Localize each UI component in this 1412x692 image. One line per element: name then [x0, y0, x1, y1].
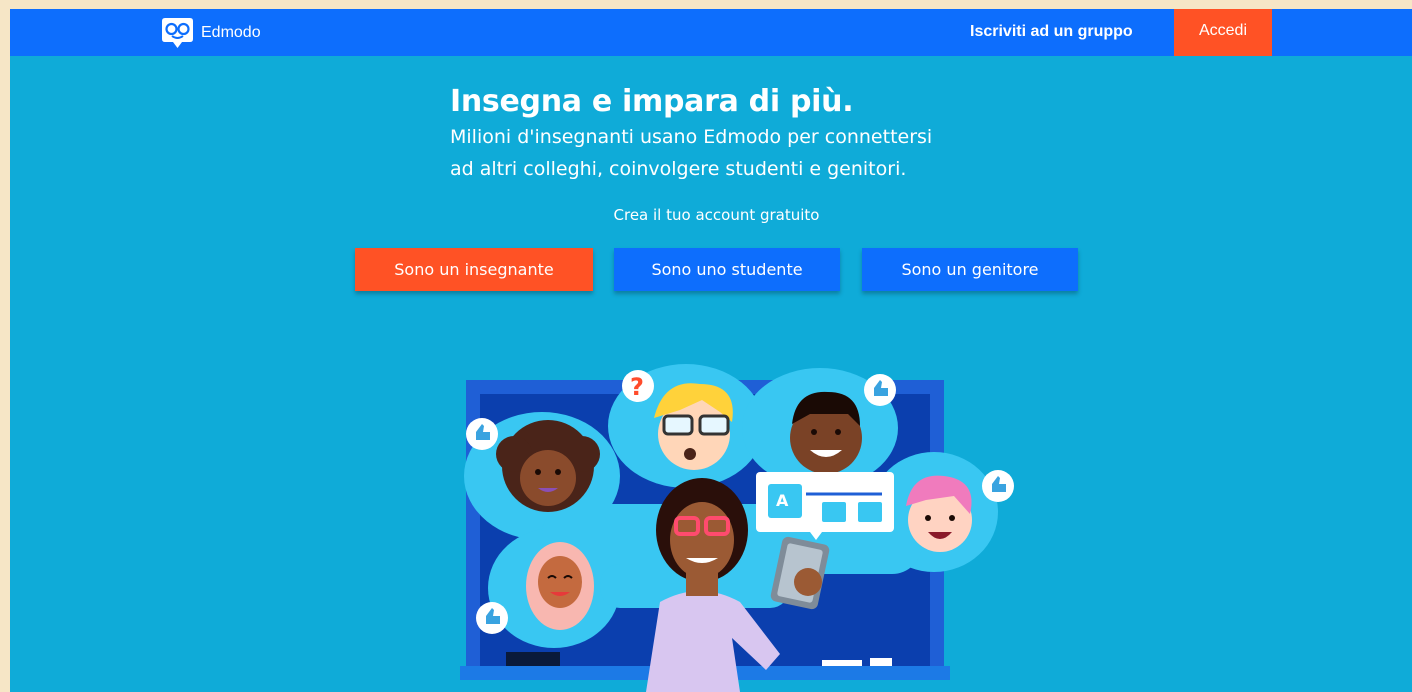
question-mark-icon: ?	[622, 370, 654, 402]
brand-name: Edmodo	[201, 24, 261, 41]
hero-subtitle: Milioni d'insegnanti usano Edmodo per co…	[450, 121, 970, 185]
hero-title: Insegna e impara di più.	[450, 84, 854, 119]
join-group-link[interactable]: Iscriviti ad un gruppo	[970, 21, 1133, 43]
board-letter: A	[776, 491, 789, 510]
thumbs-up-icon	[864, 374, 896, 406]
chart-speech-bubble: A	[756, 472, 894, 540]
parent-signup-button[interactable]: Sono un genitore	[862, 248, 1078, 291]
edmodo-logo-icon	[162, 18, 193, 48]
thumbs-up-icon	[466, 418, 498, 450]
login-button[interactable]: Accedi	[1174, 9, 1272, 56]
thumbs-up-icon	[476, 602, 508, 634]
student-signup-button[interactable]: Sono uno studente	[614, 248, 840, 291]
avatar-smiling-man	[790, 391, 862, 474]
question-mark-glyph: ?	[630, 373, 644, 401]
page-viewport: Edmodo Iscriviti ad un gruppo Accedi Ins…	[10, 9, 1412, 692]
top-navigation-bar: Edmodo Iscriviti ad un gruppo Accedi	[10, 9, 1412, 56]
brand-logo[interactable]: Edmodo	[161, 16, 261, 50]
hero-illustration: A ?	[460, 364, 1014, 692]
hero-subtitle-line-2: ad altri colleghi, coinvolgere studenti …	[450, 158, 907, 180]
signup-prompt: Crea il tuo account gratuito	[613, 206, 820, 224]
hero-subtitle-line-1: Milioni d'insegnanti usano Edmodo per co…	[450, 126, 933, 148]
teacher-signup-button[interactable]: Sono un insegnante	[355, 248, 593, 291]
avatar-hijab	[526, 542, 594, 630]
thumbs-up-icon	[982, 470, 1014, 502]
avatar-pink-hair	[906, 475, 972, 552]
